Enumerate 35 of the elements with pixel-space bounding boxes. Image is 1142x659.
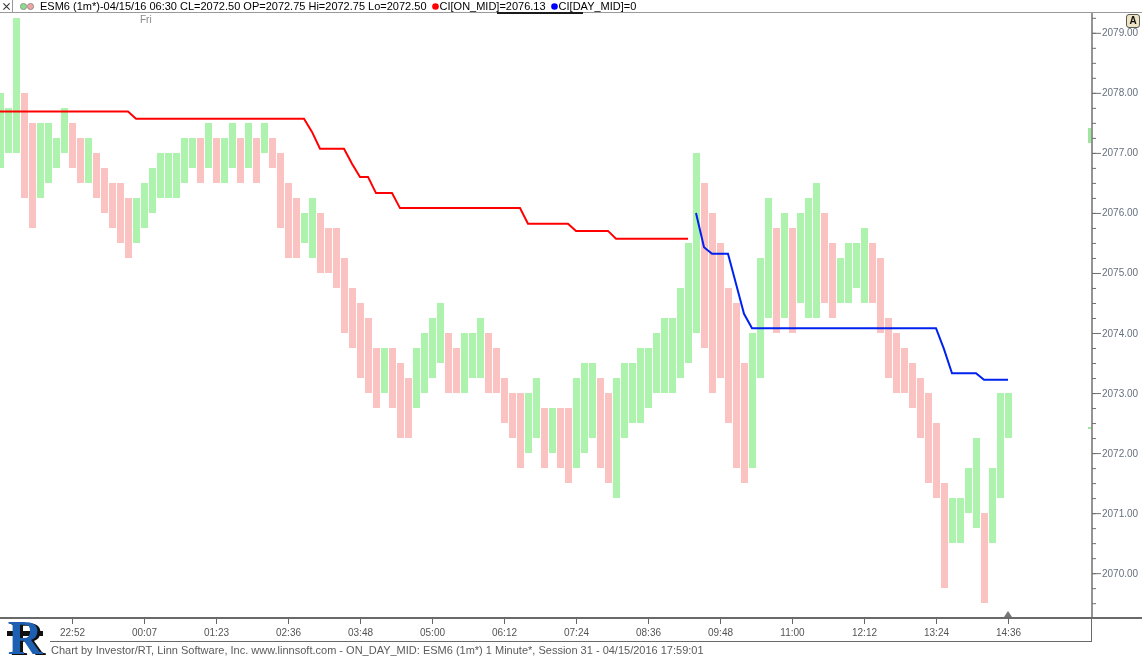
time-axis-label: 01:23 [204,627,229,638]
time-axis-label: 03:48 [348,627,373,638]
price-axis-label: 2079.00 [1102,27,1139,39]
price-axis-label: 2074.00 [1102,327,1139,339]
price-axis-label: 2072.00 [1102,447,1139,459]
time-axis-label: 06:12 [492,627,517,638]
study-label: CI[DAY_MID]=0 [558,0,637,12]
time-axis-label: 12:12 [852,627,877,638]
price-marker-icon [1088,128,1091,143]
chart-title: ESM6 (1m*)-04/15/16 06:30 CL=2072.50 OP=2072.75 Hi=2072.75 Lo=2072.50 [40,0,427,12]
time-axis-label: 14:36 [996,627,1021,638]
price-axis-label: 2077.00 [1102,147,1139,159]
time-axis-label: 07:24 [564,627,589,638]
price-axis-label: 2073.00 [1102,387,1139,399]
time-axis-label: 09:48 [708,627,733,638]
price-axis-label: 2076.00 [1102,207,1139,219]
day-label: Fri [140,14,152,25]
time-axis-label: 02:36 [276,627,301,638]
footer-text: Chart by Investor/RT, Linn Software, Inc. www.linnsoft.com - ON_DAY_MID: ESM6 (1m*) 1 Minute*, Session 31 - 04/15/2016 17:59:01 [51,643,704,658]
time-axis-label: 13:24 [924,627,949,638]
price-axis-label: 2070.00 [1102,567,1139,579]
time-axis-label: 22:52 [60,627,85,638]
time-axis-label: 00:07 [132,627,157,638]
price-axis-label: 2071.00 [1102,507,1139,519]
price-marker-icon [1088,427,1091,429]
price-axis-label: 2075.00 [1102,267,1139,279]
price-axis-label: 2078.00 [1102,87,1139,99]
study-label: CI[ON_MID]=2076.13 [439,0,546,12]
time-axis-label: 08:36 [636,627,661,638]
autoscale-button[interactable]: A [1126,14,1140,28]
close-button[interactable] [0,0,13,12]
triangle-marker-icon [1004,611,1012,617]
close-icon [2,2,10,10]
time-axis-label: 05:00 [420,627,445,638]
time-axis-label: 11:00 [780,627,805,638]
